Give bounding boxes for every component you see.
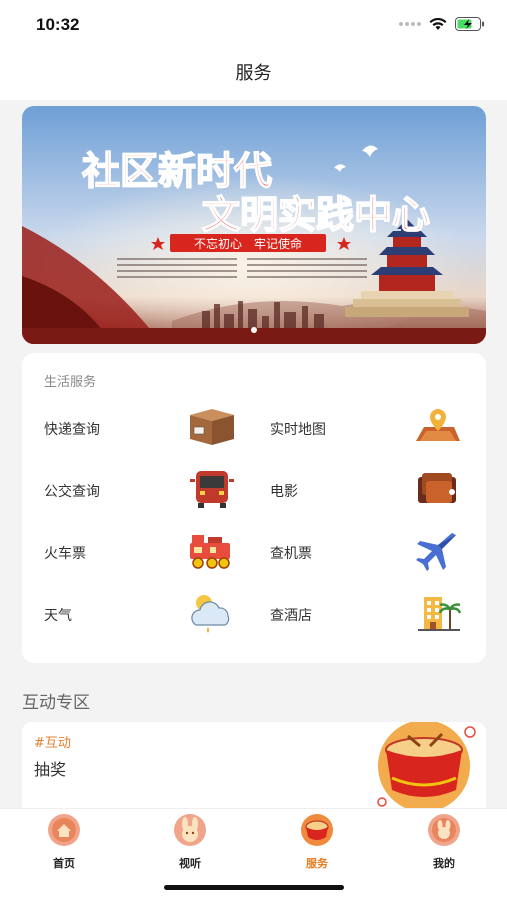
status-icons [399,17,485,31]
card-name: 抽奖 [34,760,67,779]
hotel-icon [418,597,462,631]
wifi-icon [429,17,447,30]
section-title-interactive: 互动专区 [22,693,90,713]
tab-mine[interactable]: 我的 [404,813,484,871]
service-bus-query[interactable]: 公交查询 [44,467,264,517]
home-tab-icon [48,814,80,846]
bus-icon [190,471,234,508]
tab-media[interactable]: 视听 [150,813,230,871]
service-weather[interactable]: 天气 [44,591,264,641]
train-icon [190,535,230,569]
banner-headline-2: 文明实践中心 [202,193,430,237]
section-title-life-services: 生活服务 [44,375,97,390]
service-realtime-map[interactable]: 实时地图 [270,405,490,455]
carousel-indicator [251,327,257,333]
tab-label: 我的 [433,857,455,870]
banner-headline-1: 社区新时代 [82,149,272,193]
status-bar: 10:32 [0,0,507,48]
battery-charging-icon [455,17,484,31]
media-tab-icon [174,814,206,846]
life-services-card: 生活服务 快递查询 实时地图 公交查询 电影 火车票 查机票 天气 查酒店 [22,353,486,663]
service-label: 快递查询 [44,422,100,438]
service-label: 公交查询 [44,484,100,500]
service-label: 火车票 [44,546,86,562]
airplane-icon [416,533,456,571]
service-movie[interactable]: 电影 [270,467,490,517]
profile-tab-icon [428,814,460,846]
home-indicator[interactable] [164,885,344,890]
service-label: 查机票 [270,546,312,562]
tab-label: 服务 [306,857,328,870]
services-tab-icon [301,814,333,846]
service-hotel[interactable]: 查酒店 [270,591,490,641]
signal-icon [399,22,421,26]
tab-home[interactable]: 首页 [24,813,104,871]
bottom-tab-bar: 首页 视听 服务 我的 [0,808,507,900]
service-label: 查酒店 [270,608,312,624]
package-icon [190,409,234,445]
card-tag: #互动 [34,736,71,751]
service-label: 天气 [44,608,72,624]
tab-services[interactable]: 服务 [277,813,357,871]
drum-icon [377,722,476,812]
service-label: 电影 [270,484,298,500]
lottery-card[interactable]: #互动 抽奖 [22,722,486,822]
service-flight-ticket[interactable]: 查机票 [270,529,490,579]
tab-label: 首页 [53,857,75,870]
service-express-query[interactable]: 快递查询 [44,405,264,455]
status-time: 10:32 [36,15,80,34]
weather-icon [191,595,230,633]
service-label: 实时地图 [270,422,326,438]
banner-slogan: 不忘初心 牢记使命 [194,236,302,251]
page-title: 服务 [235,63,272,84]
service-train-ticket[interactable]: 火车票 [44,529,264,579]
banner-carousel[interactable]: 社区新时代 文明实践中心 不忘初心 牢记使命 [22,106,486,344]
tab-label: 视听 [179,857,201,870]
banner-image: 社区新时代 文明实践中心 不忘初心 牢记使命 [22,106,486,344]
map-pin-icon [416,409,460,441]
film-ticket-icon [418,473,456,503]
page-header: 服务 [0,48,507,100]
